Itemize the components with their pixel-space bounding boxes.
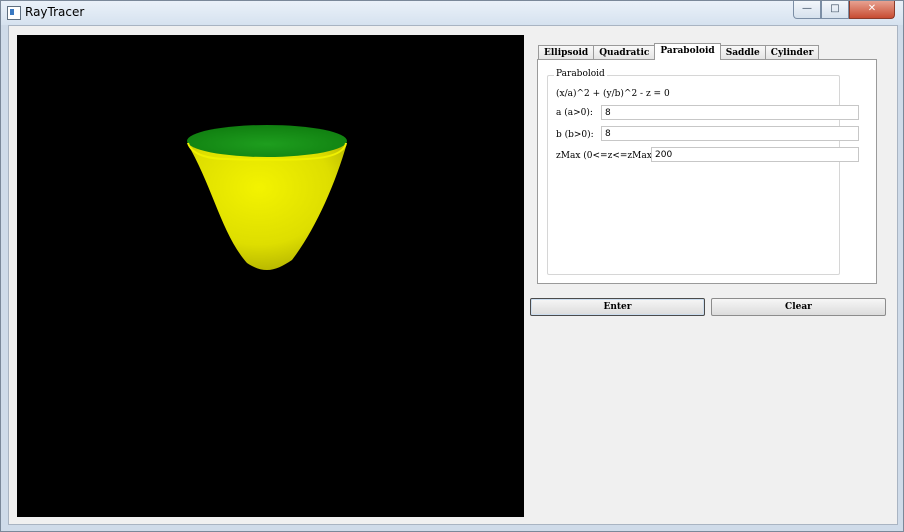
b-input[interactable]: 8 bbox=[601, 126, 859, 141]
client-area: Ellipsoid Quadratic Paraboloid Saddle Cy… bbox=[8, 25, 898, 525]
clear-button[interactable]: Clear bbox=[711, 298, 886, 316]
paraboloid-tab-panel: Paraboloid (x/a)^2 + (y/b)^2 - z = 0 a (… bbox=[537, 59, 877, 284]
paraboloid-groupbox: Paraboloid (x/a)^2 + (y/b)^2 - z = 0 a (… bbox=[547, 69, 859, 275]
title-bar[interactable]: RayTracer — □ ✕ bbox=[1, 1, 903, 25]
tab-paraboloid[interactable]: Paraboloid bbox=[654, 43, 721, 60]
zmax-label: zMax (0<=z<=zMax): bbox=[556, 151, 659, 161]
tab-saddle[interactable]: Saddle bbox=[719, 45, 766, 60]
window-title: RayTracer bbox=[25, 5, 85, 19]
surface-tabs: Ellipsoid Quadratic Paraboloid Saddle Cy… bbox=[538, 43, 820, 60]
zmax-input[interactable]: 200 bbox=[651, 147, 859, 162]
window-controls: — □ ✕ bbox=[793, 1, 895, 19]
tab-cylinder[interactable]: Cylinder bbox=[764, 45, 820, 60]
maximize-button[interactable]: □ bbox=[821, 1, 849, 19]
render-viewport[interactable] bbox=[17, 35, 524, 517]
raytracer-window: RayTracer — □ ✕ Ellipsoid Quadratic Para… bbox=[0, 0, 904, 532]
paraboloid-outer-surface bbox=[187, 143, 347, 271]
equation-label: (x/a)^2 + (y/b)^2 - z = 0 bbox=[556, 89, 670, 99]
enter-button[interactable]: Enter bbox=[530, 298, 705, 316]
b-label: b (b>0): bbox=[556, 130, 594, 140]
minimize-button[interactable]: — bbox=[793, 1, 821, 19]
a-label: a (a>0): bbox=[556, 108, 593, 118]
app-icon bbox=[7, 6, 21, 20]
tab-ellipsoid[interactable]: Ellipsoid bbox=[538, 45, 595, 60]
close-button[interactable]: ✕ bbox=[849, 1, 895, 19]
paraboloid-opening bbox=[187, 125, 347, 157]
tab-quadratic[interactable]: Quadratic bbox=[593, 45, 656, 60]
group-title: Paraboloid bbox=[554, 69, 607, 79]
paraboloid-render bbox=[187, 125, 347, 271]
a-input[interactable]: 8 bbox=[601, 105, 859, 120]
